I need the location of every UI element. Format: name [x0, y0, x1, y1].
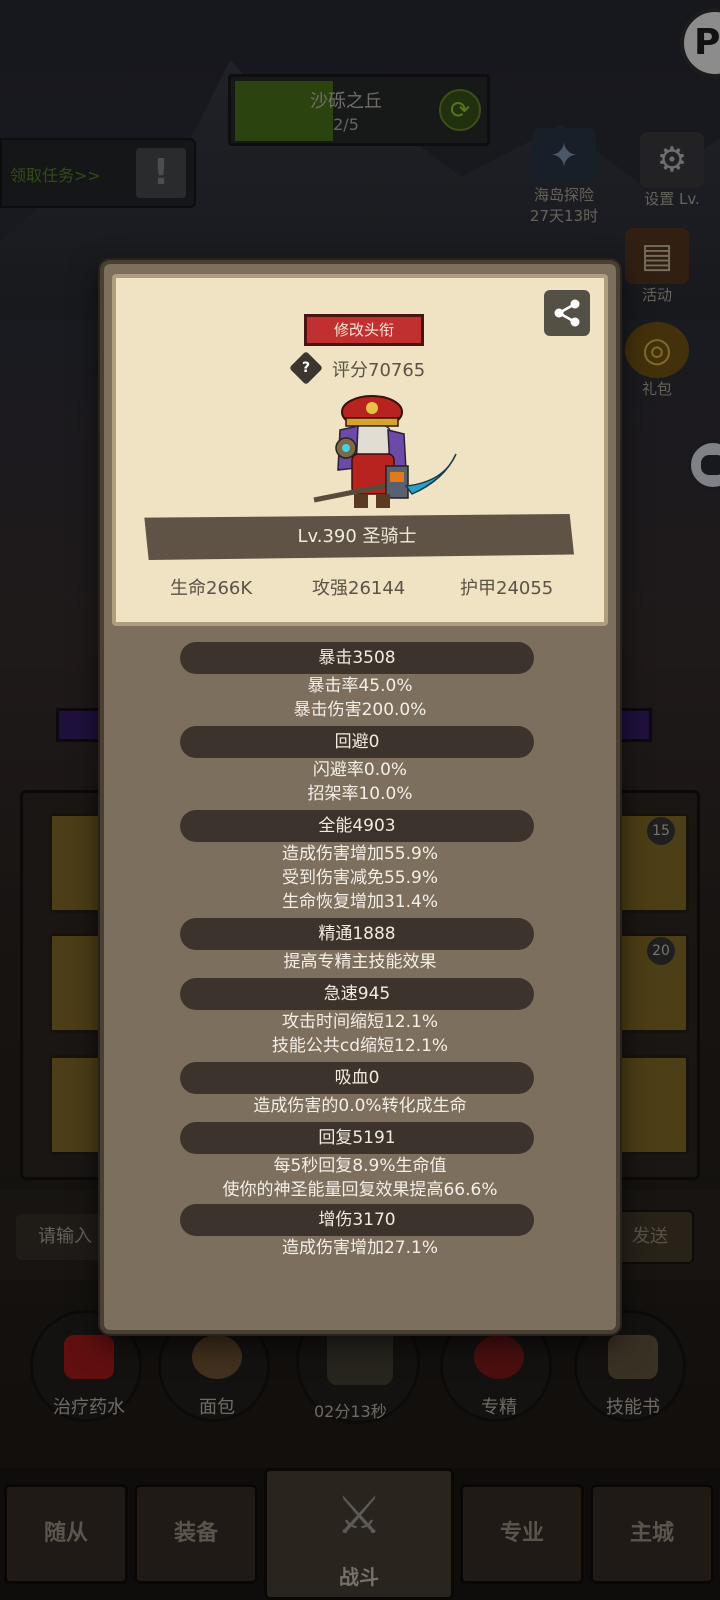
score-value: 评分70765	[332, 360, 426, 381]
character-card: 修改头衔 ? 评分70765 Lv.390 圣骑士 生命266K 攻强26144…	[112, 274, 608, 626]
crit-header: 暴击3508	[180, 642, 534, 674]
level-class-banner: Lv.390 圣骑士	[144, 514, 574, 560]
share-icon	[554, 299, 580, 327]
attr-detail: 暴击伤害200.0%	[293, 700, 427, 720]
regen-header: 回复5191	[180, 1122, 534, 1154]
help-icon[interactable]: ?	[289, 351, 323, 385]
attr-detail: 造成伤害增加55.9%	[281, 844, 438, 864]
attr-detail: 每5秒回复8.9%生命值	[273, 1156, 447, 1176]
share-button[interactable]	[544, 290, 590, 336]
damage-bonus-header: 增伤3170	[180, 1204, 534, 1236]
haste-header: 急速945	[180, 978, 534, 1010]
attr-detail: 造成伤害增加27.1%	[281, 1238, 438, 1258]
paladin-character-sprite	[294, 390, 474, 518]
attr-detail: 生命恢复增加31.4%	[281, 892, 438, 912]
mastery-header: 精通1888	[180, 918, 534, 950]
attack-stat: 攻强26144	[312, 578, 406, 599]
hp-stat: 生命266K	[170, 578, 253, 599]
armor-stat: 护甲24055	[460, 578, 554, 599]
attr-detail: 技能公共cd缩短12.1%	[271, 1036, 449, 1056]
attr-detail: 闪避率0.0%	[312, 760, 408, 780]
attr-detail: 使你的神圣能量回复效果提高66.6%	[222, 1180, 498, 1200]
attr-detail: 受到伤害减免55.9%	[281, 868, 438, 888]
dodge-header: 回避0	[180, 726, 534, 758]
attr-detail: 提高专精主技能效果	[283, 952, 437, 972]
attr-detail: 暴击率45.0%	[307, 676, 413, 696]
attr-detail: 造成伤害的0.0%转化成生命	[253, 1096, 467, 1116]
edit-title-button[interactable]: 修改头衔	[304, 314, 424, 346]
attr-detail: 攻击时间缩短12.1%	[281, 1012, 438, 1032]
versatility-header: 全能4903	[180, 810, 534, 842]
attr-detail: 招架率10.0%	[307, 784, 413, 804]
character-info-modal: 修改头衔 ? 评分70765 Lv.390 圣骑士 生命266K 攻强26144…	[100, 260, 620, 1334]
lifesteal-header: 吸血0	[180, 1062, 534, 1094]
